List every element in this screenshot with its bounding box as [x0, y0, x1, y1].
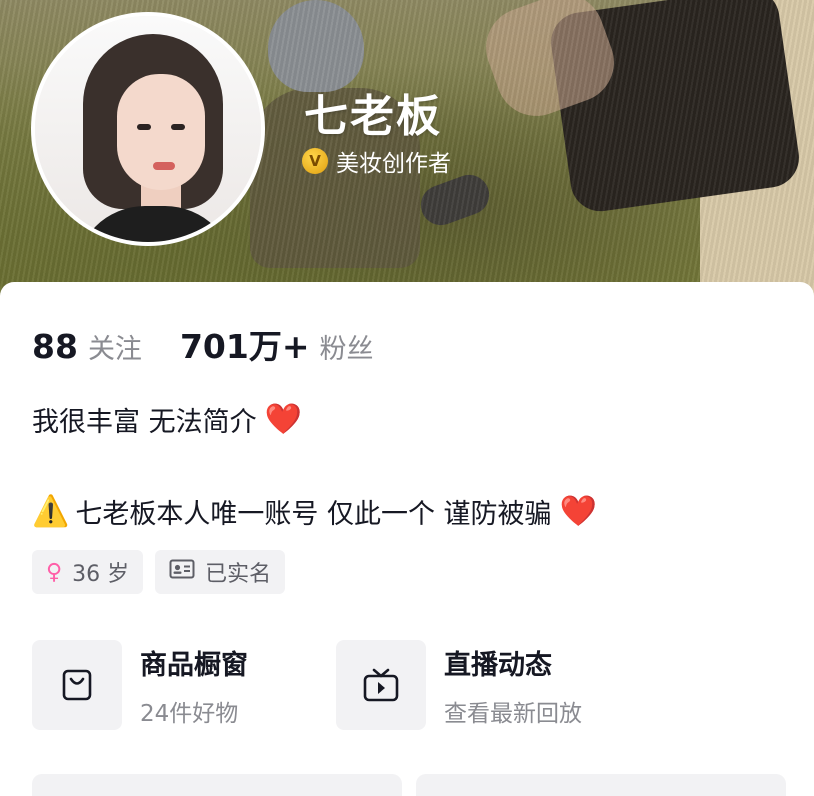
heart-icon: ❤️	[559, 494, 597, 529]
followers-count[interactable]: 701万+	[180, 320, 310, 368]
bottom-tiles	[32, 774, 800, 796]
id-card-icon	[169, 559, 195, 585]
entry-title: 直播动态	[444, 649, 552, 681]
live-updates-entry[interactable]: 直播动态 查看最新回放	[336, 640, 640, 730]
profile-card: 88 关注 701万+ 粉丝 我很丰富 无法简介 ❤️ ⚠️ 七老板本人唯一账号…	[0, 282, 814, 796]
content-tile[interactable]	[416, 774, 786, 796]
entry-subtitle: 查看最新回放	[444, 700, 582, 727]
cover-photo-element	[547, 0, 803, 216]
cover-photo-element	[700, 0, 814, 300]
verify-label: 美妆创作者	[336, 151, 451, 177]
followers-label[interactable]: 粉丝	[319, 327, 373, 366]
profile-tags: ♀ 36 岁 已实名	[32, 550, 297, 594]
tv-icon	[336, 640, 426, 730]
real-name-tag: 已实名	[155, 550, 286, 594]
heart-icon: ❤️	[264, 402, 302, 437]
bio-line-1: 我很丰富 无法简介 ❤️	[32, 400, 302, 439]
content-tile[interactable]	[32, 774, 402, 796]
following-count[interactable]: 88	[32, 327, 78, 366]
bio-line-2: ⚠️ 七老板本人唯一账号 仅此一个 谨防被骗 ❤️	[32, 492, 597, 531]
following-label[interactable]: 关注	[88, 327, 142, 366]
avatar-eye	[137, 124, 151, 130]
age-label: 36 岁	[72, 562, 130, 587]
cover-photo-element	[474, 0, 626, 128]
cover-photo-element	[415, 169, 495, 231]
profile-nickname: 七老板	[304, 91, 442, 142]
avatar-eye	[171, 124, 185, 130]
verified-creator-icon: V	[302, 148, 328, 174]
shop-window-entry[interactable]: 商品橱窗 24件好物	[32, 640, 336, 730]
avatar-lip	[153, 162, 175, 170]
profile-entries: 商品橱窗 24件好物 直播动态 查看最新回放	[32, 640, 640, 730]
avatar[interactable]	[31, 12, 265, 246]
real-name-label: 已实名	[205, 562, 272, 587]
bio-text: 七老板本人唯一账号 仅此一个 谨防被骗	[75, 499, 552, 530]
cover-photo-element	[268, 0, 364, 92]
warning-icon: ⚠️	[32, 494, 70, 529]
profile-stats: 88 关注 701万+ 粉丝	[32, 320, 373, 368]
entry-subtitle: 24件好物	[140, 700, 239, 727]
avatar-face	[117, 74, 205, 190]
age-tag: ♀ 36 岁	[32, 550, 144, 594]
verify-badge-row[interactable]: V 美妆创作者	[302, 144, 451, 178]
entry-title: 商品橱窗	[140, 649, 248, 681]
female-icon: ♀	[46, 559, 63, 585]
shopping-bag-icon	[32, 640, 122, 730]
verified-badge-letter: V	[309, 152, 321, 170]
bio-text: 我很丰富 无法简介	[32, 407, 257, 438]
